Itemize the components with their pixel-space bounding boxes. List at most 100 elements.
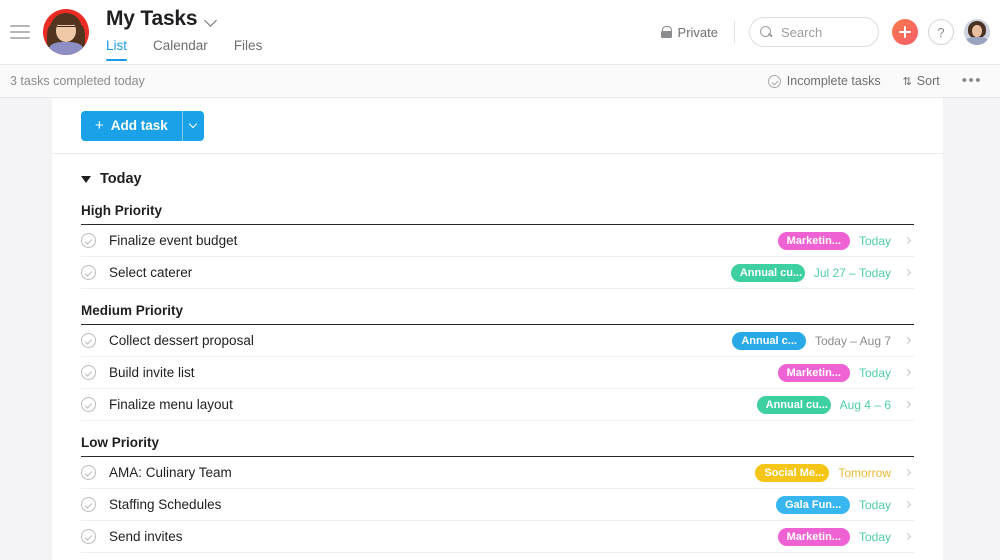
expand-task-chevron-icon[interactable] xyxy=(900,534,914,539)
task-group-header[interactable]: High Priority xyxy=(81,199,914,225)
task-meta: Marketin... Today xyxy=(778,528,914,546)
task-row[interactable]: Finalize event budget Marketin... Today xyxy=(81,225,914,257)
task-complete-checkbox[interactable] xyxy=(81,465,96,480)
project-avatar[interactable] xyxy=(43,9,89,55)
add-task-dropdown-button[interactable] xyxy=(182,111,204,141)
task-title: Select caterer xyxy=(109,265,192,280)
user-avatar[interactable] xyxy=(964,19,990,45)
section-title: Today xyxy=(100,171,142,187)
expand-task-chevron-icon[interactable] xyxy=(900,270,914,275)
add-task-button[interactable]: + Add task xyxy=(81,111,182,141)
task-group-header[interactable]: Medium Priority xyxy=(81,299,914,325)
quick-add-button[interactable] xyxy=(892,19,918,45)
task-complete-checkbox[interactable] xyxy=(81,397,96,412)
top-header: My Tasks List Calendar Files Private Sea… xyxy=(0,0,1000,65)
sort-button[interactable]: ⇅ Sort xyxy=(903,74,940,88)
expand-task-chevron-icon[interactable] xyxy=(900,238,914,243)
expand-task-chevron-icon[interactable] xyxy=(900,470,914,475)
hamburger-line xyxy=(10,37,30,39)
collapse-triangle-icon[interactable] xyxy=(81,176,91,183)
task-meta: Marketin... Today xyxy=(778,232,914,250)
header-actions: Private Search ? xyxy=(661,17,990,47)
page-title: My Tasks xyxy=(106,7,197,31)
avatar-glasses xyxy=(57,26,75,31)
task-meta: Marketin... Today xyxy=(778,364,914,382)
content-stage: + Add task Today High PriorityFinalize e… xyxy=(0,98,1000,560)
task-row[interactable]: Staffing SchedulesGala Fun...Today xyxy=(81,489,914,521)
tab-files[interactable]: Files xyxy=(234,38,263,61)
project-tag[interactable]: Annual cu... xyxy=(757,396,831,414)
due-date[interactable]: Today xyxy=(859,366,891,380)
title-row: My Tasks xyxy=(106,7,262,31)
task-title: Finalize menu layout xyxy=(109,397,233,412)
task-row[interactable]: Finalize menu layout Annual cu... Aug 4 – … xyxy=(81,389,914,421)
task-row[interactable]: Select caterer Annual cu... Jul 27 – Today xyxy=(81,257,914,289)
task-groups: High Priority Finalize event budget Market… xyxy=(52,199,943,553)
hamburger-menu-icon[interactable] xyxy=(10,25,30,39)
task-complete-checkbox[interactable] xyxy=(81,233,96,248)
task-meta: Social Me... Tomorrow xyxy=(755,464,914,482)
project-tag[interactable]: Annual cu... xyxy=(731,264,805,282)
tab-calendar[interactable]: Calendar xyxy=(153,38,208,61)
search-icon xyxy=(760,26,773,39)
sub-toolbar: 3 tasks completed today Incomplete tasks… xyxy=(0,65,1000,98)
due-date[interactable]: Today xyxy=(859,530,891,544)
expand-task-chevron-icon[interactable] xyxy=(900,502,914,507)
plus-icon: + xyxy=(95,118,104,133)
project-tag[interactable]: Marketin... xyxy=(778,528,850,546)
task-complete-checkbox[interactable] xyxy=(81,529,96,544)
due-date[interactable]: Jul 27 – Today xyxy=(814,266,891,280)
task-meta: Gala Fun... Today xyxy=(776,496,914,514)
privacy-label: Private xyxy=(678,25,718,40)
search-input[interactable]: Search xyxy=(749,17,879,47)
privacy-toggle[interactable]: Private xyxy=(661,21,735,43)
filter-label: Incomplete tasks xyxy=(787,74,881,88)
task-row[interactable]: Build invite list Marketin... Today xyxy=(81,357,914,389)
task-list-card: + Add task Today High PriorityFinalize e… xyxy=(52,98,943,560)
chevron-down-icon[interactable] xyxy=(206,16,217,23)
toolbar-actions: Incomplete tasks ⇅ Sort ••• xyxy=(768,74,982,88)
task-title: Finalize event budget xyxy=(109,233,237,248)
task-meta: Annual c... Today – Aug 7 xyxy=(732,332,914,350)
due-date[interactable]: Aug 4 – 6 xyxy=(840,398,891,412)
sort-arrows-icon: ⇅ xyxy=(903,75,911,88)
task-complete-checkbox[interactable] xyxy=(81,333,96,348)
task-complete-checkbox[interactable] xyxy=(81,265,96,280)
add-task-row: + Add task xyxy=(52,98,943,154)
task-title: AMA: Culinary Team xyxy=(109,465,232,480)
task-title: Send invites xyxy=(109,529,183,544)
due-date[interactable]: Today xyxy=(859,498,891,512)
task-row[interactable]: AMA: Culinary Team Social Me... Tomorrow xyxy=(81,457,914,489)
project-tag[interactable]: Gala Fun... xyxy=(776,496,850,514)
title-block: My Tasks List Calendar Files xyxy=(106,0,262,61)
task-group-header[interactable]: Low Priority xyxy=(81,431,914,457)
project-tag[interactable]: Annual c... xyxy=(732,332,806,350)
filter-incomplete-tasks[interactable]: Incomplete tasks xyxy=(768,74,881,88)
help-button[interactable]: ? xyxy=(928,19,954,45)
due-date[interactable]: Today – Aug 7 xyxy=(815,334,891,348)
task-row[interactable]: Collect dessert proposalAnnual c...Today… xyxy=(81,325,914,357)
expand-task-chevron-icon[interactable] xyxy=(900,402,914,407)
more-options-button[interactable]: ••• xyxy=(962,77,982,85)
user-avatar-body xyxy=(966,37,988,45)
due-date[interactable]: Today xyxy=(859,234,891,248)
chevron-down-icon xyxy=(189,120,197,128)
task-meta: Annual cu... Aug 4 – 6 xyxy=(757,396,914,414)
completed-count: 3 tasks completed today xyxy=(10,74,145,88)
task-title: Build invite list xyxy=(109,365,195,380)
hamburger-line xyxy=(10,25,30,27)
task-complete-checkbox[interactable] xyxy=(81,497,96,512)
expand-task-chevron-icon[interactable] xyxy=(900,370,914,375)
add-task-label: Add task xyxy=(111,118,168,133)
section-header-today[interactable]: Today xyxy=(52,154,943,199)
task-complete-checkbox[interactable] xyxy=(81,365,96,380)
user-avatar-face xyxy=(972,25,982,37)
project-tag[interactable]: Marketin... xyxy=(778,364,850,382)
due-date[interactable]: Tomorrow xyxy=(838,466,891,480)
project-tag[interactable]: Marketin... xyxy=(778,232,850,250)
avatar-body xyxy=(49,42,83,55)
task-row[interactable]: Send invites Marketin... Today xyxy=(81,521,914,553)
tab-list[interactable]: List xyxy=(106,38,127,61)
expand-task-chevron-icon[interactable] xyxy=(900,338,914,343)
project-tag[interactable]: Social Me... xyxy=(755,464,829,482)
